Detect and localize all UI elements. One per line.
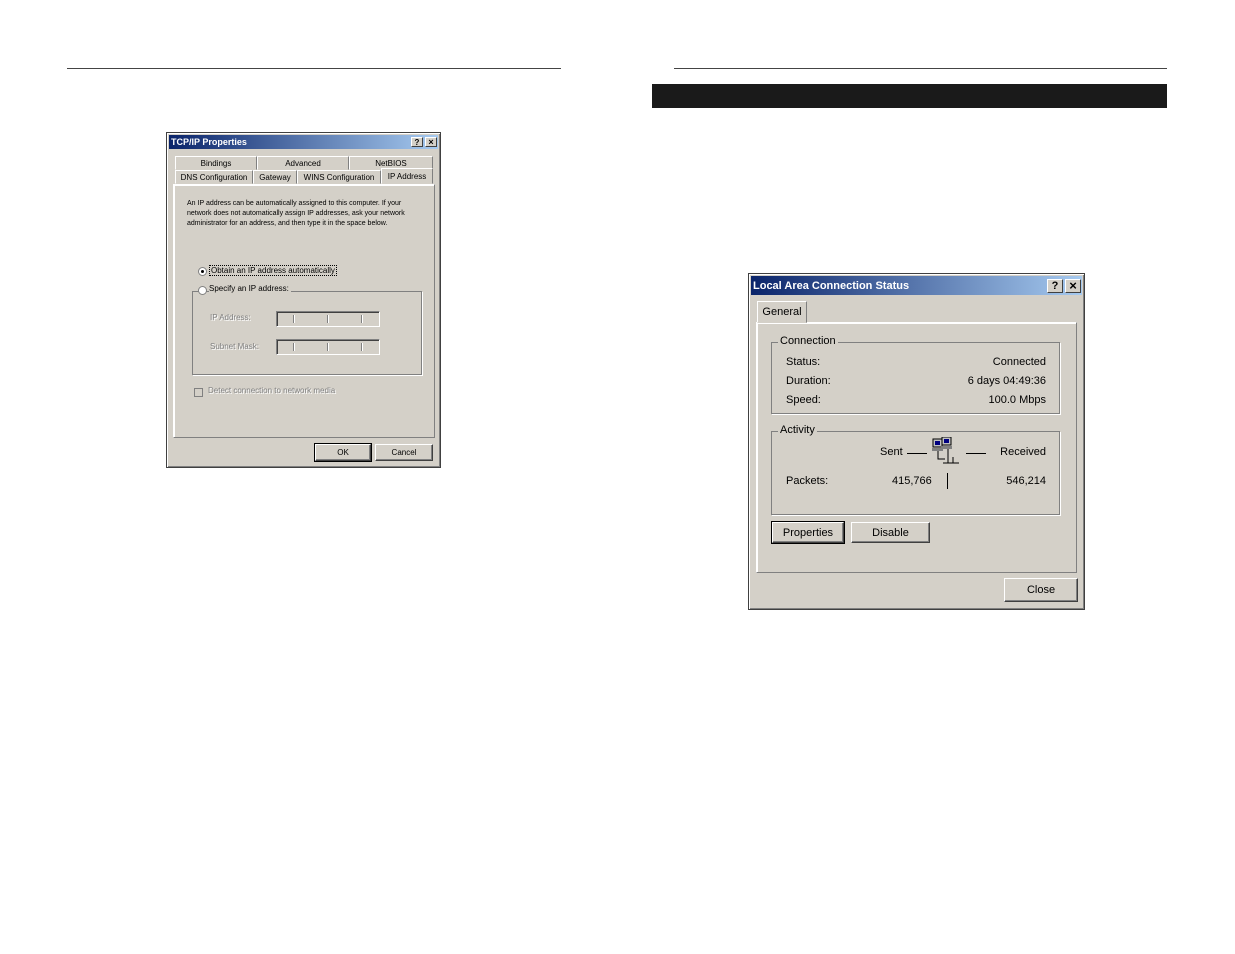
tab-dns-configuration[interactable]: DNS Configuration (175, 170, 253, 184)
close-icon[interactable]: × (425, 137, 437, 147)
sent-line (907, 453, 927, 454)
received-label: Received (1000, 446, 1046, 458)
tab-wins-configuration[interactable]: WINS Configuration (297, 170, 381, 184)
ip-address-panel: An IP address can be automatically assig… (173, 184, 435, 438)
detect-media-checkbox[interactable] (194, 388, 203, 397)
specify-ip-group (192, 291, 422, 375)
network-computers-icon (932, 437, 959, 464)
tab-gateway[interactable]: Gateway (253, 170, 297, 184)
packets-divider (947, 473, 948, 489)
duration-label: Duration: (786, 375, 831, 387)
ip-address-label: IP Address: (210, 313, 251, 322)
tab-advanced[interactable]: Advanced (257, 156, 349, 170)
help-button[interactable]: ? (1047, 278, 1063, 293)
received-line (966, 453, 986, 454)
status-label: Status: (786, 356, 821, 368)
left-page-rule (67, 68, 561, 69)
activity-group: Activity (771, 424, 1060, 515)
close-icon[interactable]: × (1065, 278, 1081, 293)
ip-description: An IP address can be automatically assig… (187, 200, 405, 227)
close-button[interactable]: Close (1004, 578, 1078, 602)
sent-label: Sent (880, 446, 903, 458)
subnet-mask-field[interactable] (276, 339, 380, 355)
specify-ip-radio[interactable] (198, 286, 207, 295)
obtain-ip-radio[interactable] (198, 267, 207, 276)
tcpip-title: TCP/IP Properties (171, 137, 247, 147)
speed-label: Speed: (786, 394, 821, 406)
obtain-ip-label[interactable]: Obtain an IP address automatically (209, 265, 337, 276)
lac-status-dialog: Local Area Connection Status ? × General… (748, 273, 1085, 610)
tcpip-titlebar[interactable]: TCP/IP Properties ? × (169, 135, 438, 149)
tab-ip-address[interactable]: IP Address (381, 168, 433, 184)
detect-media-label[interactable]: Detect connection to network media (208, 386, 335, 395)
cancel-button[interactable]: Cancel (375, 444, 433, 461)
speed-value: 100.0 Mbps (988, 394, 1046, 406)
status-value: Connected (992, 356, 1046, 368)
tcpip-properties-dialog: TCP/IP Properties ? × Bindings Advanced … (166, 132, 441, 468)
disable-button[interactable]: Disable (851, 522, 930, 543)
specify-ip-label[interactable]: Specify an IP address: (209, 284, 291, 293)
duration-value: 6 days 04:49:36 (967, 375, 1046, 387)
right-page-rule (674, 68, 1167, 69)
lac-title: Local Area Connection Status (753, 279, 910, 292)
tab-general[interactable]: General (757, 301, 807, 323)
ip-address-field[interactable] (276, 311, 380, 327)
packets-received-value: 546,214 (1006, 475, 1046, 487)
connection-legend: Connection (778, 335, 838, 347)
help-button[interactable]: ? (411, 137, 423, 147)
tab-bindings[interactable]: Bindings (175, 156, 257, 170)
activity-legend: Activity (778, 424, 817, 436)
general-panel: Connection Status: Connected Duration: 6… (756, 322, 1077, 573)
packets-sent-value: 415,766 (892, 475, 932, 487)
section-header-bar (652, 84, 1167, 108)
ok-button[interactable]: OK (314, 443, 372, 462)
subnet-mask-label: Subnet Mask: (210, 342, 259, 351)
properties-button[interactable]: Properties (771, 521, 845, 544)
lac-titlebar[interactable]: Local Area Connection Status ? × (751, 276, 1082, 295)
packets-label: Packets: (786, 475, 829, 487)
